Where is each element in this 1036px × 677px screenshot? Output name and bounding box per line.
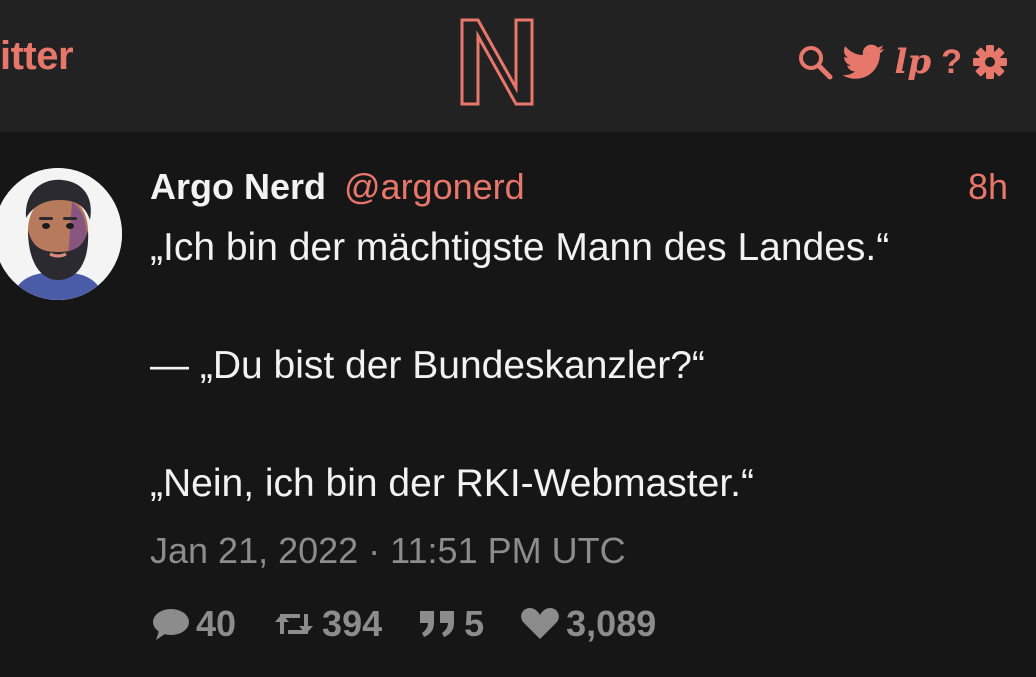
retweet-stat[interactable]: 394 (272, 603, 382, 645)
avatar[interactable] (0, 168, 122, 300)
like-count: 3,089 (566, 603, 657, 644)
retweet-icon (272, 608, 316, 640)
settings-gear-icon[interactable] (972, 44, 1008, 80)
tweet-text-line-2: — „Du bist der Bundeskanzler?“ (150, 344, 705, 387)
tweet-text-line-3: „Nein, ich bin der RKI-Webmaster.“ (150, 462, 754, 505)
nitter-logo-icon[interactable] (460, 18, 534, 106)
tweet: Argo Nerd @argonerd 8h „Ich bin der mäch… (0, 132, 1036, 677)
tweet-header: Argo Nerd @argonerd 8h (150, 166, 1008, 210)
quote-stat[interactable]: 5 (418, 603, 484, 645)
reply-stat[interactable]: 40 (150, 603, 236, 645)
tweet-text-line-1: „Ich bin der mächtigste Mann des Landes.… (150, 226, 890, 269)
navbar: itter lp ? (0, 0, 1036, 132)
comment-icon (150, 606, 190, 642)
twitter-bird-icon[interactable] (842, 44, 885, 80)
tweet-time[interactable]: 8h (968, 166, 1008, 208)
author-username[interactable]: @argonerd (344, 166, 525, 208)
tweet-date[interactable]: Jan 21, 2022 · 11:51 PM UTC (150, 530, 626, 572)
retweet-count: 394 (322, 603, 383, 644)
heart-icon (520, 607, 560, 641)
like-stat[interactable]: 3,089 (520, 603, 656, 645)
nav-icons: lp ? (797, 40, 1008, 84)
tweet-stats: 40 394 5 3,089 (150, 602, 692, 646)
quote-icon (418, 609, 458, 639)
author-fullname[interactable]: Argo Nerd (150, 166, 326, 208)
search-icon[interactable] (797, 44, 833, 80)
lp-icon[interactable]: lp (895, 45, 932, 79)
brand-name[interactable]: itter (0, 34, 74, 79)
quote-count: 5 (464, 603, 485, 644)
help-icon[interactable]: ? (941, 45, 962, 79)
reply-count: 40 (196, 603, 237, 644)
